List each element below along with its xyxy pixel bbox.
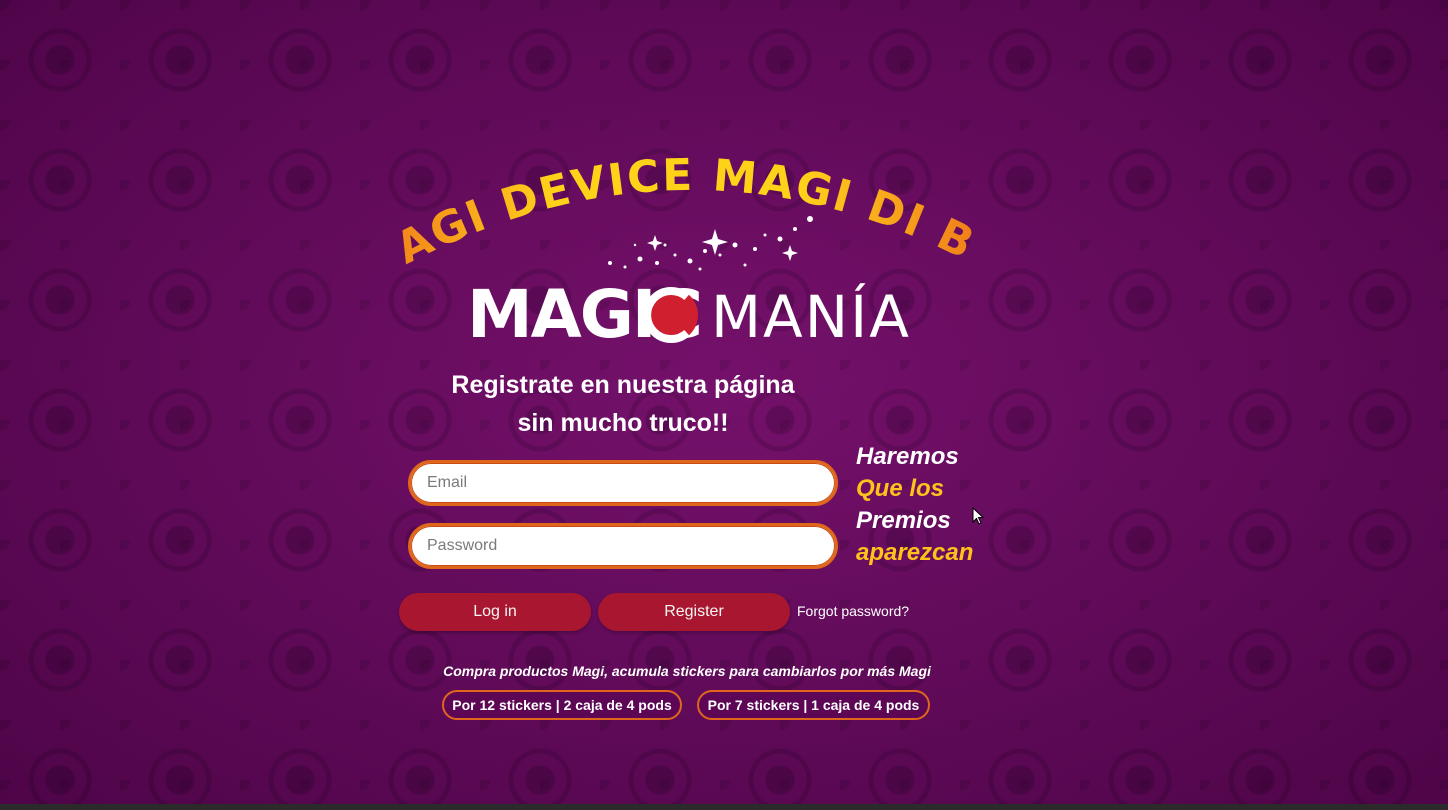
mouse-cursor-icon (972, 507, 984, 525)
bottom-bar (0, 804, 1448, 810)
offer-badge-7-stickers: Por 7 stickers | 1 caja de 4 pods (697, 690, 930, 720)
logo-wordmark: MAGIC MANÍA (467, 276, 911, 345)
side-message-line-1: Haremos (856, 443, 959, 470)
sparkles-icon (608, 216, 813, 271)
headline-line-2: sin mucho truco!! (517, 409, 729, 437)
side-message-line-3: Premios (856, 507, 951, 534)
register-button[interactable]: Register (598, 593, 790, 631)
registration-headline: Registrate en nuestra página sin mucho t… (440, 366, 806, 442)
side-message-line-4: aparezcan (856, 539, 974, 566)
logo-brand-light: MANÍA (711, 282, 911, 345)
magicmania-logo: MAGIC MANÍA (465, 215, 935, 350)
forgot-password-link[interactable]: Forgot password? (797, 603, 909, 619)
promo-text: Compra productos Magi, acumula stickers … (443, 663, 931, 679)
side-message-line-2: Que los (856, 475, 945, 502)
offer-badge-12-stickers: Por 12 stickers | 2 caja de 4 pods (442, 690, 682, 720)
email-field[interactable] (408, 460, 838, 506)
side-message: Haremos Que los Premios aparezcan (856, 441, 973, 569)
headline-line-1: Registrate en nuestra página (451, 371, 795, 399)
password-field[interactable] (408, 523, 838, 569)
login-button[interactable]: Log in (399, 593, 591, 631)
